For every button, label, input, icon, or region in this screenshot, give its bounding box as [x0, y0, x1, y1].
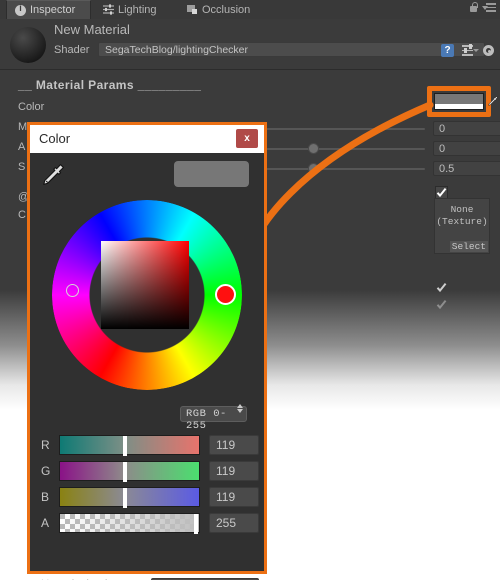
checkbox-3[interactable] — [435, 298, 448, 311]
material-params-title: __ Material Params _________ — [18, 78, 202, 92]
tab-lighting[interactable]: Lighting — [95, 0, 175, 19]
sliders-icon — [103, 4, 114, 15]
texture-slot-label: None (Texture) — [435, 204, 489, 228]
channel-value-a[interactable]: 255 — [209, 513, 259, 533]
hue-cursor[interactable] — [215, 284, 236, 305]
material-name: New Material — [54, 22, 130, 37]
shader-value: SegaTechBlog/lightingChecker — [105, 44, 249, 56]
color-picker-body: RGB 0-255 R 119 G 119 B 119 A 255 — [30, 153, 264, 580]
param-value-a[interactable]: 0 — [433, 141, 500, 156]
channel-row-a: A 255 — [41, 513, 259, 534]
color-picker-title-bar[interactable]: Color x — [30, 125, 264, 153]
stepper-down-icon[interactable] — [237, 409, 243, 413]
slider-knob-a[interactable] — [308, 143, 319, 154]
checkbox-2[interactable] — [435, 281, 448, 294]
eyedropper-icon[interactable] — [487, 95, 499, 107]
texture-none-line1: None — [450, 204, 474, 215]
color-picker-title: Color — [39, 131, 71, 146]
color-preview-swatch[interactable] — [174, 161, 249, 187]
eyedropper-tool-icon[interactable] — [42, 162, 66, 186]
inspector-tab-bar: Inspector Lighting Occlusion — [0, 0, 500, 19]
channel-label-r: R — [41, 438, 50, 452]
param-label-a: A — [18, 141, 26, 153]
help-icon[interactable] — [441, 44, 454, 57]
texture-select-button[interactable]: Select — [449, 241, 488, 252]
channel-label-b: B — [41, 490, 50, 504]
param-label-s: S — [18, 161, 26, 173]
slider-knob-s[interactable] — [308, 163, 319, 174]
color-picker-dialog: Color x RGB 0-255 R 119 G 119 B 119 A 25… — [27, 122, 267, 580]
gear-icon[interactable] — [483, 45, 494, 56]
shader-label: Shader — [54, 44, 90, 56]
channel-label-a: A — [41, 516, 50, 530]
color-mode-dropdown[interactable]: RGB 0-255 — [180, 404, 247, 432]
channel-knob-a[interactable] — [194, 514, 198, 534]
param-value-s[interactable]: 0.5 — [433, 161, 500, 176]
channel-label-g: G — [41, 464, 51, 478]
channel-row-g: G 119 — [41, 461, 259, 482]
channel-row-b: B 119 — [41, 487, 259, 508]
shader-dropdown[interactable]: SegaTechBlog/lightingChecker — [98, 42, 485, 57]
stepper-up-icon[interactable] — [237, 404, 243, 408]
hamburger-menu-icon[interactable] — [482, 3, 496, 12]
channel-slider-r[interactable] — [59, 435, 200, 456]
material-header: New Material Shader SegaTechBlog/lightin… — [0, 19, 500, 70]
channel-slider-a[interactable] — [59, 513, 200, 534]
material-preview-sphere — [10, 27, 46, 63]
saturation-value-square[interactable] — [101, 241, 189, 329]
param-label-color: Color — [18, 101, 45, 113]
tab-occlusion-label: Occlusion — [202, 3, 251, 16]
tab-inspector-label: Inspector — [30, 4, 76, 16]
channel-knob-b[interactable] — [123, 488, 127, 508]
saturation-value-cursor[interactable] — [66, 284, 79, 297]
occlusion-icon — [187, 4, 198, 15]
lock-icon[interactable] — [469, 2, 478, 13]
channel-row-r: R 119 — [41, 435, 259, 456]
info-icon — [15, 3, 26, 16]
tab-bar-actions — [469, 2, 496, 13]
tab-inspector[interactable]: Inspector — [6, 0, 91, 19]
close-icon[interactable]: x — [236, 129, 258, 148]
channel-knob-g[interactable] — [123, 462, 127, 482]
texture-slot[interactable]: None (Texture) Select — [434, 198, 490, 254]
tab-occlusion[interactable]: Occlusion — [179, 0, 269, 19]
channel-value-r[interactable]: 119 — [209, 435, 259, 455]
param-label-c: C — [18, 209, 26, 221]
channel-slider-g[interactable] — [59, 461, 200, 482]
channel-value-b[interactable]: 119 — [209, 487, 259, 507]
channel-slider-b[interactable] — [59, 487, 200, 508]
highlight-box — [427, 86, 491, 117]
color-wheel[interactable] — [52, 200, 242, 390]
screenshot-root: Inspector Lighting Occlusion — [0, 0, 500, 580]
channel-knob-r[interactable] — [123, 436, 127, 456]
header-action-icons — [441, 43, 494, 57]
tab-lighting-label: Lighting — [118, 3, 157, 16]
param-value-metallic[interactable]: 0 — [433, 121, 500, 136]
texture-none-line2: (Texture) — [436, 216, 488, 227]
channel-value-g[interactable]: 119 — [209, 461, 259, 481]
preset-icon[interactable] — [462, 43, 475, 57]
